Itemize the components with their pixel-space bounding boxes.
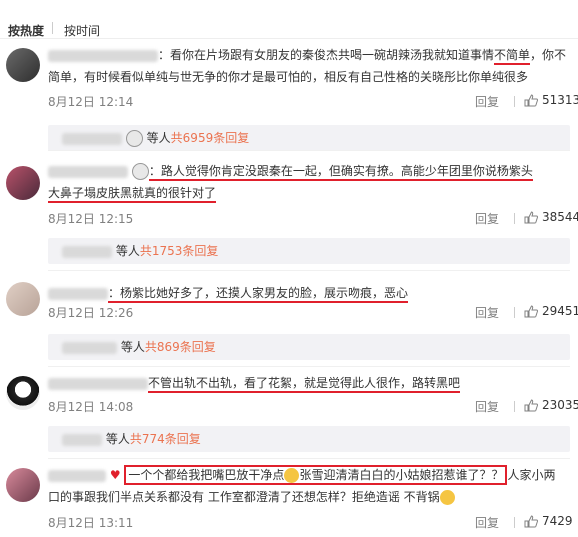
like-count: 51313 bbox=[542, 93, 578, 107]
meta-divider bbox=[514, 401, 515, 412]
tab-divider bbox=[52, 22, 53, 34]
avatar[interactable] bbox=[6, 282, 40, 316]
comment-divider bbox=[48, 458, 570, 459]
comment-meta: 8月12日 13:11 回复 7429 bbox=[48, 514, 573, 532]
highlighted-text: 大鼻子塌皮肤黑就真的很针对了 bbox=[48, 186, 217, 203]
comment-date: 8月12日 12:14 bbox=[48, 95, 134, 109]
reply-button[interactable]: 回复 bbox=[475, 304, 499, 321]
thumbs-up-icon bbox=[524, 399, 538, 412]
like-count: 29451 bbox=[542, 304, 578, 318]
comment-meta: 8月12日 14:08 回复 23035 bbox=[48, 398, 578, 416]
comment-text: ：杨紫比她好多了，还摸人家男友的脸，展示吻痕，恶心 bbox=[48, 282, 570, 304]
meta-divider bbox=[514, 307, 515, 318]
replier-blurred bbox=[62, 132, 122, 145]
comment-text: 不管出轨不出轨，看了花絮，就是觉得此人很作，路转黑吧 bbox=[48, 372, 570, 394]
shock-emoji-icon bbox=[439, 490, 455, 505]
boxed-text: 一个个都给我把嘴巴放干净点 张雪迎清清白白的小姑娘招惹谁了？？ bbox=[124, 465, 508, 485]
comment-meta: 8月12日 12:15 回复 38544 bbox=[48, 210, 578, 228]
comment-divider bbox=[48, 150, 570, 151]
like-count: 23035 bbox=[542, 398, 578, 412]
heart-emoji-icon: ♥ bbox=[109, 468, 121, 482]
thumbs-up-icon bbox=[524, 211, 538, 224]
highlighted-text: ：杨紫比她好多了，还摸人家男友的脸，展示吻痕，恶心 bbox=[108, 286, 409, 303]
panda-emoji-icon bbox=[131, 163, 149, 180]
smile-emoji-icon bbox=[284, 468, 300, 483]
reply-button[interactable]: 回复 bbox=[475, 514, 499, 531]
reply-summary[interactable]: 等人共6959条回复 bbox=[48, 125, 570, 151]
more-replies-link[interactable]: 共869条回复 bbox=[145, 340, 216, 354]
highlighted-text: 不管出轨不出轨，看了花絮，就是觉得此人很作，路转黑吧 bbox=[148, 376, 461, 393]
avatar[interactable] bbox=[6, 166, 40, 200]
meta-divider bbox=[514, 517, 515, 528]
avatar[interactable] bbox=[6, 48, 40, 82]
comment-text: ♥ 一个个都给我把嘴巴放干净点 张雪迎清清白白的小姑娘招惹谁了？？ 人家小两 口的事… bbox=[48, 464, 570, 508]
more-replies-link[interactable]: 共6959条回复 bbox=[171, 131, 250, 145]
replier-blurred bbox=[62, 245, 112, 258]
reply-button[interactable]: 回复 bbox=[475, 93, 499, 110]
comment-date: 8月12日 14:08 bbox=[48, 400, 134, 414]
thumbs-up-icon bbox=[524, 515, 538, 528]
reply-button[interactable]: 回复 bbox=[475, 210, 499, 227]
meta-divider bbox=[514, 96, 515, 107]
username-blurred[interactable] bbox=[48, 49, 158, 62]
avatar[interactable] bbox=[6, 376, 40, 410]
sort-tabs: 按热度 按时间 bbox=[0, 0, 578, 39]
comment-date: 8月12日 12:26 bbox=[48, 306, 134, 320]
reply-summary[interactable]: 等人共1753条回复 bbox=[48, 238, 570, 264]
thumbs-up-icon bbox=[524, 94, 538, 107]
tab-sort-hot[interactable]: 按热度 bbox=[8, 22, 44, 39]
comment-text: ：看你在片场跟有女朋友的秦俊杰共喝一碗胡辣汤我就知道事情不简单，你不简单，有时候… bbox=[48, 48, 567, 84]
reply-button[interactable]: 回复 bbox=[475, 398, 499, 415]
more-replies-link[interactable]: 共774条回复 bbox=[130, 432, 201, 446]
like-count: 7429 bbox=[542, 514, 573, 528]
like-count: 38544 bbox=[542, 210, 578, 224]
replier-blurred bbox=[62, 341, 117, 354]
username-blurred[interactable] bbox=[48, 469, 106, 482]
more-replies-link[interactable]: 共1753条回复 bbox=[140, 244, 219, 258]
comment-divider bbox=[48, 270, 570, 271]
username-blurred[interactable] bbox=[48, 377, 148, 390]
highlighted-text: ：路人觉得你肯定没跟秦在一起，但确实有撩。高能少年团里你说杨紫头 bbox=[148, 164, 533, 181]
avatar[interactable] bbox=[6, 468, 40, 502]
comment-divider bbox=[48, 366, 570, 367]
highlighted-text: 不简单 bbox=[494, 48, 531, 65]
comment-date: 8月12日 13:11 bbox=[48, 516, 134, 530]
comment-meta: 8月12日 12:26 回复 29451 bbox=[48, 304, 578, 322]
comment-date: 8月12日 12:15 bbox=[48, 212, 134, 226]
panda-emoji-icon bbox=[125, 130, 143, 147]
username-blurred[interactable] bbox=[48, 165, 128, 178]
thumbs-up-icon bbox=[524, 305, 538, 318]
replier-blurred bbox=[62, 433, 102, 446]
comment-meta: 8月12日 12:14 回复 51313 bbox=[48, 93, 578, 111]
comment-text: ：路人觉得你肯定没跟秦在一起，但确实有撩。高能少年团里你说杨紫头 大鼻子塌皮肤黑… bbox=[48, 160, 570, 204]
username-blurred[interactable] bbox=[48, 287, 108, 300]
reply-summary[interactable]: 等人共774条回复 bbox=[48, 426, 570, 452]
tab-sort-time[interactable]: 按时间 bbox=[64, 22, 100, 39]
reply-summary[interactable]: 等人共869条回复 bbox=[48, 334, 570, 360]
meta-divider bbox=[514, 213, 515, 224]
